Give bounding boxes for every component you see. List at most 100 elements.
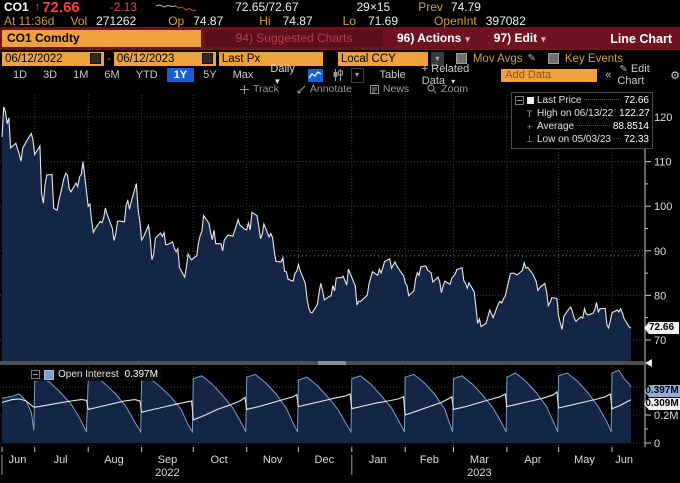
legend-label: Average bbox=[537, 121, 575, 132]
legend-row-average: + Average 88.8514 bbox=[515, 120, 649, 133]
bloomberg-gp-window: CO1 ↑ 72.66 -2.13 72.65/72.67 29×15 Prev… bbox=[0, 0, 680, 483]
currency-select[interactable]: Local CCY bbox=[337, 51, 428, 66]
svg-text:0: 0 bbox=[654, 438, 660, 450]
calendar-icon[interactable] bbox=[90, 53, 101, 64]
chevron-down-icon: ▾ bbox=[541, 34, 546, 44]
period-tab-ytd[interactable]: YTD bbox=[129, 68, 165, 82]
period-tab-5y[interactable]: 5Y bbox=[196, 68, 223, 82]
svg-text:May: May bbox=[574, 454, 595, 466]
pencil-icon[interactable]: ✎ bbox=[528, 53, 536, 64]
news-icon bbox=[369, 84, 379, 94]
bid-ask: 72.65/72.67 bbox=[235, 0, 299, 14]
svg-text:70: 70 bbox=[654, 335, 666, 347]
gear-icon[interactable]: ⚙ bbox=[670, 69, 680, 82]
candle-chart-type-button[interactable] bbox=[331, 69, 345, 82]
period-tab-6m[interactable]: 6M bbox=[97, 68, 126, 82]
last-price-axis-label: 72.66 bbox=[644, 322, 679, 334]
oi-line-axis-label: 0.309M bbox=[644, 398, 680, 410]
svg-text:0.2M: 0.2M bbox=[654, 410, 678, 422]
edit-label: 97) Edit bbox=[493, 31, 538, 45]
svg-text:Apr: Apr bbox=[524, 454, 541, 466]
legend-expander-icon[interactable] bbox=[31, 370, 40, 379]
track-tool-button[interactable]: Track bbox=[240, 83, 279, 95]
date-range-dash: - bbox=[107, 52, 111, 65]
svg-text:Jun: Jun bbox=[615, 454, 633, 466]
annotate-tool-button[interactable]: Annotate bbox=[297, 83, 352, 95]
table-button[interactable]: Table bbox=[380, 69, 406, 81]
period-tabs: 1D 3D 1M 6M YTD 1Y 5Y Max bbox=[6, 68, 260, 82]
svg-text:Feb: Feb bbox=[420, 454, 439, 466]
openint-label: OpenInt bbox=[434, 13, 477, 28]
legend-value: 88.8514 bbox=[612, 121, 649, 132]
openint-value: 397082 bbox=[485, 13, 526, 28]
legend-value: 122.27 bbox=[619, 108, 650, 119]
as-of-time: At 11:36d bbox=[4, 13, 55, 28]
actions-label: 96) Actions bbox=[397, 31, 462, 45]
svg-text:Oct: Oct bbox=[211, 454, 228, 466]
period-tab-1d[interactable]: 1D bbox=[6, 68, 34, 82]
actions-menu-button[interactable]: 96) Actions ▾ bbox=[387, 30, 480, 47]
ticker-symbol: CO1 bbox=[4, 0, 29, 14]
open-value: 74.87 bbox=[193, 13, 224, 28]
zoom-tool-button[interactable]: Zoom bbox=[427, 83, 468, 95]
legend-row-high: T High on 06/13/22 122.27 bbox=[515, 107, 650, 120]
period-tab-1y[interactable]: 1Y bbox=[166, 68, 195, 82]
period-tab-1m[interactable]: 1M bbox=[66, 68, 95, 82]
high-marker-icon: T bbox=[526, 108, 533, 119]
date-from-field[interactable]: 06/12/2022 bbox=[2, 51, 104, 66]
frequency-label: Daily bbox=[270, 63, 295, 75]
svg-text:Sep: Sep bbox=[158, 454, 178, 466]
svg-text:80: 80 bbox=[654, 290, 666, 302]
period-tab-max[interactable]: Max bbox=[226, 68, 261, 82]
date-to-value: 06/12/2023 bbox=[116, 52, 175, 65]
oi-area-axis-label: 0.397M bbox=[644, 385, 680, 397]
svg-text:110: 110 bbox=[654, 157, 672, 169]
line-chart-type-button[interactable] bbox=[308, 68, 323, 82]
collapse-panel-button[interactable]: « bbox=[605, 69, 611, 81]
edit-chart-button[interactable]: ✎ Edit Chart bbox=[617, 63, 666, 87]
svg-text:Mar: Mar bbox=[470, 454, 489, 466]
legend-expander-icon[interactable] bbox=[515, 96, 524, 105]
security-input[interactable]: CO1 Comdty bbox=[2, 30, 201, 47]
prev-value: 74.79 bbox=[450, 0, 481, 14]
chart-legend: Last Price 72.66 T High on 06/13/22 122.… bbox=[511, 92, 653, 149]
legend-leader bbox=[577, 124, 610, 126]
chart-settings-row: 06/12/2022 - 06/12/2023 Last Px Local CC… bbox=[0, 50, 680, 67]
period-tab-3d[interactable]: 3D bbox=[36, 68, 64, 82]
add-data-input[interactable] bbox=[501, 68, 598, 82]
legend-leader bbox=[613, 137, 621, 139]
key-events-checkbox[interactable] bbox=[547, 53, 559, 64]
legend-label: Last Price bbox=[537, 95, 582, 106]
date-to-field[interactable]: 06/12/2023 bbox=[113, 51, 216, 66]
pencil-icon: ✎ bbox=[619, 64, 628, 75]
open-label: Op bbox=[168, 13, 185, 28]
divider-marker-icon bbox=[645, 359, 652, 367]
open-interest-legend[interactable]: Open Interest 0.397M bbox=[27, 368, 162, 381]
low-value: 71.69 bbox=[368, 13, 399, 28]
high-label: Hi bbox=[259, 13, 271, 28]
svg-text:Jun: Jun bbox=[9, 454, 27, 466]
edit-menu-button[interactable]: 97) Edit ▾ bbox=[484, 30, 556, 47]
uptick-arrow-icon: ↑ bbox=[34, 1, 41, 13]
suggested-charts-button[interactable]: 94) Suggested Charts bbox=[205, 30, 383, 47]
scrollbar-handle[interactable] bbox=[318, 361, 346, 365]
svg-text:Nov: Nov bbox=[263, 454, 283, 466]
news-tool-button[interactable]: News bbox=[369, 83, 409, 95]
date-from-value: 06/12/2022 bbox=[5, 52, 63, 65]
svg-text:Jul: Jul bbox=[54, 454, 68, 466]
svg-text:Dec: Dec bbox=[315, 454, 335, 466]
calendar-icon[interactable] bbox=[201, 53, 213, 64]
key-events-label: Key Events bbox=[564, 52, 624, 65]
quote-line-1: CO1 ↑ 72.66 -2.13 72.65/72.67 29×15 Prev… bbox=[0, 0, 680, 16]
price-change: -2.13 bbox=[109, 0, 138, 14]
chart-type-dropdown-button[interactable]: ▾ bbox=[350, 67, 364, 83]
x-axis: Jun Jul Aug Sep Oct Nov Dec Jan Feb Mar Apr May Jun 2… bbox=[1, 447, 633, 479]
svg-text:2022: 2022 bbox=[155, 467, 179, 479]
svg-text:100: 100 bbox=[654, 201, 672, 213]
legend-row-low: ⊥ Low on 05/03/23 72.33 bbox=[515, 133, 649, 146]
legend-row-last-price[interactable]: Last Price 72.66 bbox=[515, 94, 649, 107]
svg-text:90: 90 bbox=[654, 246, 666, 258]
panel-divider-scrollbar[interactable] bbox=[0, 361, 645, 365]
zoom-icon bbox=[427, 84, 437, 94]
svg-text:Jan: Jan bbox=[369, 454, 387, 466]
